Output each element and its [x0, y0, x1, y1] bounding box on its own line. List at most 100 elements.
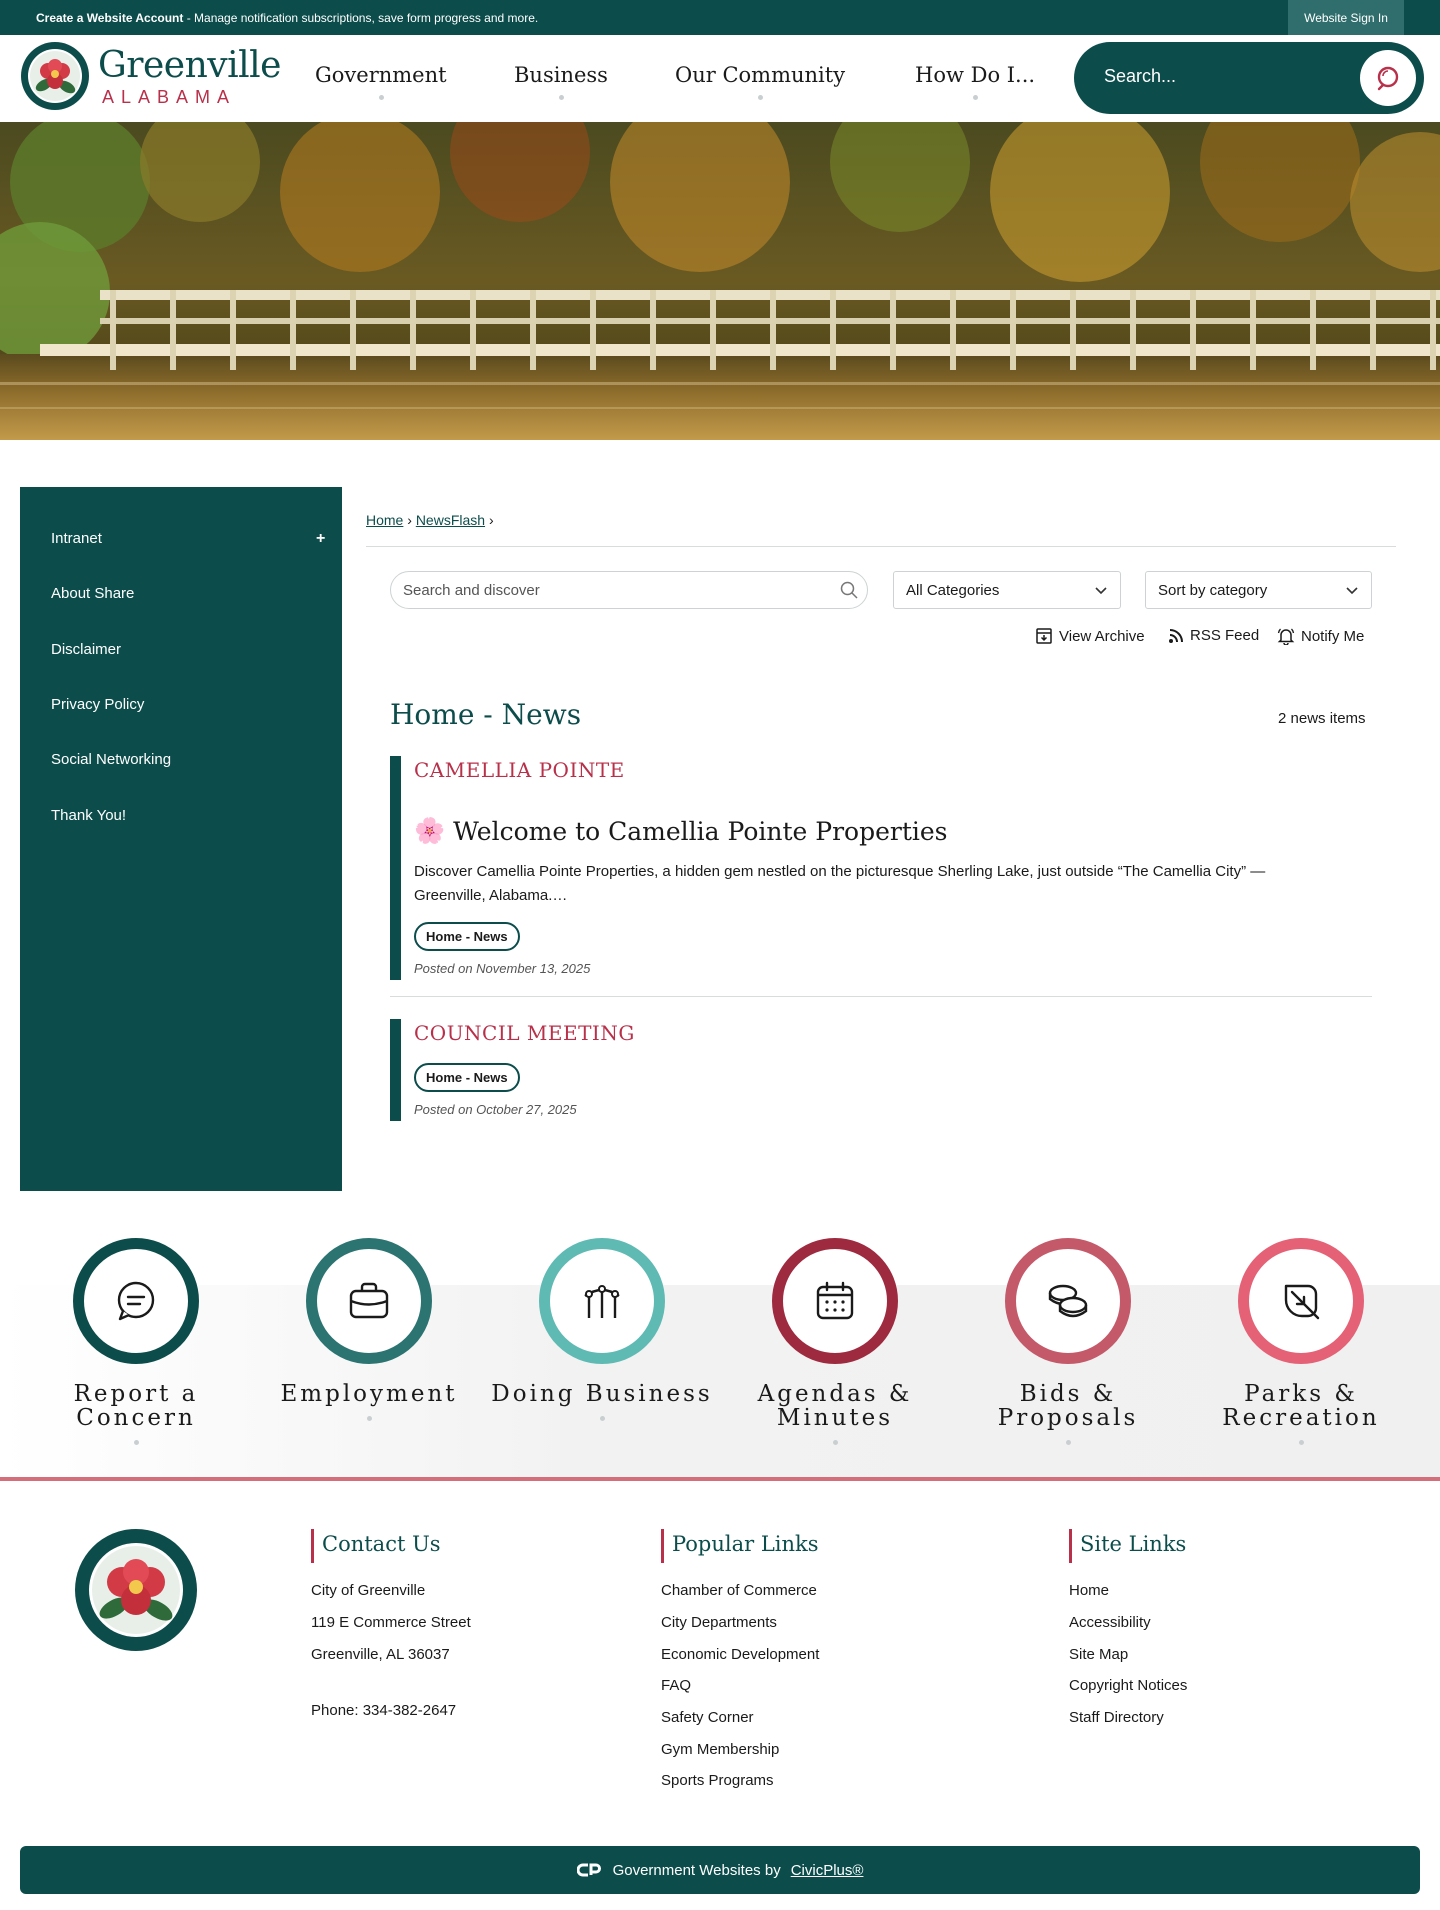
quick-link-label: Employment — [280, 1381, 458, 1407]
nav-indicator-dot — [558, 95, 564, 100]
news-item-accent-bar — [390, 1019, 401, 1121]
footer-site-links-title: Site Links — [1069, 1529, 1186, 1563]
footer-popular-link[interactable]: Chamber of Commerce — [661, 1582, 817, 1599]
civicplus-link[interactable]: CivicPlus® — [791, 1862, 864, 1879]
footer-contact-line: Greenville, AL 36037 — [311, 1646, 450, 1663]
footer-contact-phone[interactable]: Phone: 334-382-2647 — [311, 1702, 456, 1719]
breadcrumb-divider — [366, 546, 1396, 547]
footer-popular-link[interactable]: Sports Programs — [661, 1772, 774, 1789]
hero-image-lake-pier — [0, 122, 1440, 440]
create-account-link[interactable]: Create a Website Account — [36, 11, 183, 25]
quick-link-dot — [366, 1416, 372, 1421]
quick-link-report-a-concern[interactable]: Report a Concern — [20, 1238, 252, 1445]
quick-link-label: Doing Business — [491, 1381, 713, 1407]
news-search-input[interactable]: Search and discover — [403, 582, 540, 599]
news-item-tag[interactable]: Home - News — [414, 1063, 520, 1092]
quick-link-doing-business[interactable]: Doing Business — [486, 1238, 718, 1421]
footer-contact-title: Contact Us — [311, 1529, 441, 1563]
news-item-divider — [390, 996, 1372, 997]
site-search-input[interactable]: Search... — [1104, 66, 1176, 87]
nav-business[interactable]: Business — [514, 63, 608, 100]
site-header: Greenville ALABAMA Government Business O… — [0, 35, 1440, 122]
sidebar-item-thank-you[interactable]: Thank You! — [51, 807, 126, 824]
footer-site-link[interactable]: Home — [1069, 1582, 1109, 1599]
nav-how-do-i-label: How Do I... — [915, 63, 1036, 87]
view-archive-link[interactable]: View Archive — [1035, 627, 1145, 645]
news-item-headline-text: Welcome to Camellia Pointe Properties — [453, 816, 948, 846]
view-archive-label: View Archive — [1059, 627, 1145, 645]
nav-how-do-i[interactable]: How Do I... — [915, 63, 1036, 100]
nav-our-community-label: Our Community — [675, 63, 846, 87]
quick-link-dot — [1065, 1440, 1071, 1445]
sidebar-nav: Intranet + About Share Disclaimer Privac… — [20, 487, 342, 1191]
coins-icon — [1048, 1284, 1088, 1318]
nav-indicator-dot — [378, 95, 384, 100]
search-icon[interactable] — [839, 580, 859, 600]
news-item-category[interactable]: COUNCIL MEETING — [414, 1021, 635, 1045]
news-search-field[interactable]: Search and discover — [390, 571, 868, 609]
news-item-category[interactable]: CAMELLIA POINTE — [414, 758, 625, 782]
quick-link-circle — [306, 1238, 432, 1364]
footer-site-link[interactable]: Accessibility — [1069, 1614, 1151, 1631]
quick-link-label: Bids & Proposals — [997, 1381, 1139, 1431]
lights-icon — [584, 1285, 620, 1318]
news-item-count: 2 news items — [1278, 710, 1366, 727]
calendar-icon — [816, 1281, 854, 1320]
category-select[interactable]: All Categories — [893, 571, 1121, 609]
civicplus-credit-text: Government Websites by — [612, 1861, 781, 1879]
footer-site-link[interactable]: Copyright Notices — [1069, 1677, 1187, 1694]
category-select-value: All Categories — [906, 582, 1000, 599]
breadcrumb-home-link[interactable]: Home — [366, 512, 403, 528]
quick-link-bids-proposals[interactable]: Bids & Proposals — [952, 1238, 1184, 1445]
sidebar-item-intranet[interactable]: Intranet — [51, 530, 102, 547]
expand-plus-icon[interactable]: + — [316, 530, 325, 548]
sidebar-item-about-share[interactable]: About Share — [51, 585, 134, 602]
quick-link-employment[interactable]: Employment — [253, 1238, 485, 1421]
footer-site-link[interactable]: Staff Directory — [1069, 1709, 1164, 1726]
sidebar-item-social-networking[interactable]: Social Networking — [51, 751, 171, 768]
sidebar-item-disclaimer[interactable]: Disclaimer — [51, 641, 121, 658]
create-account-message[interactable]: Create a Website Account - Manage notifi… — [36, 11, 538, 25]
nav-indicator-dot — [973, 95, 979, 100]
bell-icon — [1277, 628, 1295, 645]
city-seal-logo[interactable] — [20, 41, 90, 111]
civicplus-credit-bar: Government Websites by CivicPlus® — [20, 1846, 1420, 1894]
nav-government-label: Government — [315, 63, 447, 87]
website-sign-in-button[interactable]: Website Sign In — [1288, 0, 1404, 35]
rss-feed-link[interactable]: RSS Feed — [1168, 627, 1259, 644]
nav-our-community[interactable]: Our Community — [675, 63, 846, 100]
quick-link-agendas-minutes[interactable]: Agendas & Minutes — [719, 1238, 951, 1445]
footer-popular-link[interactable]: Safety Corner — [661, 1709, 754, 1726]
chevron-down-icon — [1095, 587, 1107, 595]
footer-popular-link[interactable]: FAQ — [661, 1677, 691, 1694]
search-icon — [1377, 66, 1399, 91]
nav-government[interactable]: Government — [315, 63, 447, 100]
quick-link-circle — [1005, 1238, 1131, 1364]
nav-indicator-dot — [758, 95, 764, 100]
page-title: Home - News — [390, 698, 582, 731]
notify-me-link[interactable]: Notify Me — [1277, 627, 1364, 645]
quick-link-dot — [1298, 1440, 1304, 1445]
news-item-tag[interactable]: Home - News — [414, 922, 520, 951]
site-search-button[interactable] — [1360, 50, 1416, 106]
rss-feed-label: RSS Feed — [1190, 627, 1260, 644]
notify-me-label: Notify Me — [1301, 627, 1365, 645]
news-item-posted-date: Posted on November 13, 2025 — [414, 961, 591, 976]
quick-link-circle — [1238, 1238, 1364, 1364]
quick-link-parks-recreation[interactable]: Parks & Recreation — [1185, 1238, 1417, 1445]
quick-link-circle — [772, 1238, 898, 1364]
quick-link-label: Report a Concern — [73, 1381, 199, 1431]
sort-select[interactable]: Sort by category — [1145, 571, 1372, 609]
logo-city-name[interactable]: Greenville — [98, 45, 281, 86]
sort-select-value: Sort by category — [1158, 582, 1268, 599]
site-search[interactable]: Search... — [1074, 42, 1424, 114]
archive-icon — [1036, 628, 1052, 644]
footer-site-link[interactable]: Site Map — [1069, 1646, 1128, 1663]
footer-popular-link[interactable]: City Departments — [661, 1614, 777, 1631]
news-item-headline[interactable]: 🌸 Welcome to Camellia Pointe Properties — [414, 816, 948, 846]
footer-popular-link[interactable]: Economic Development — [661, 1646, 819, 1663]
sidebar-item-privacy-policy[interactable]: Privacy Policy — [51, 696, 144, 713]
breadcrumb-newsflash-link[interactable]: NewsFlash — [416, 512, 485, 528]
footer-popular-link[interactable]: Gym Membership — [661, 1741, 779, 1758]
footer-popular-links-title: Popular Links — [661, 1529, 819, 1563]
